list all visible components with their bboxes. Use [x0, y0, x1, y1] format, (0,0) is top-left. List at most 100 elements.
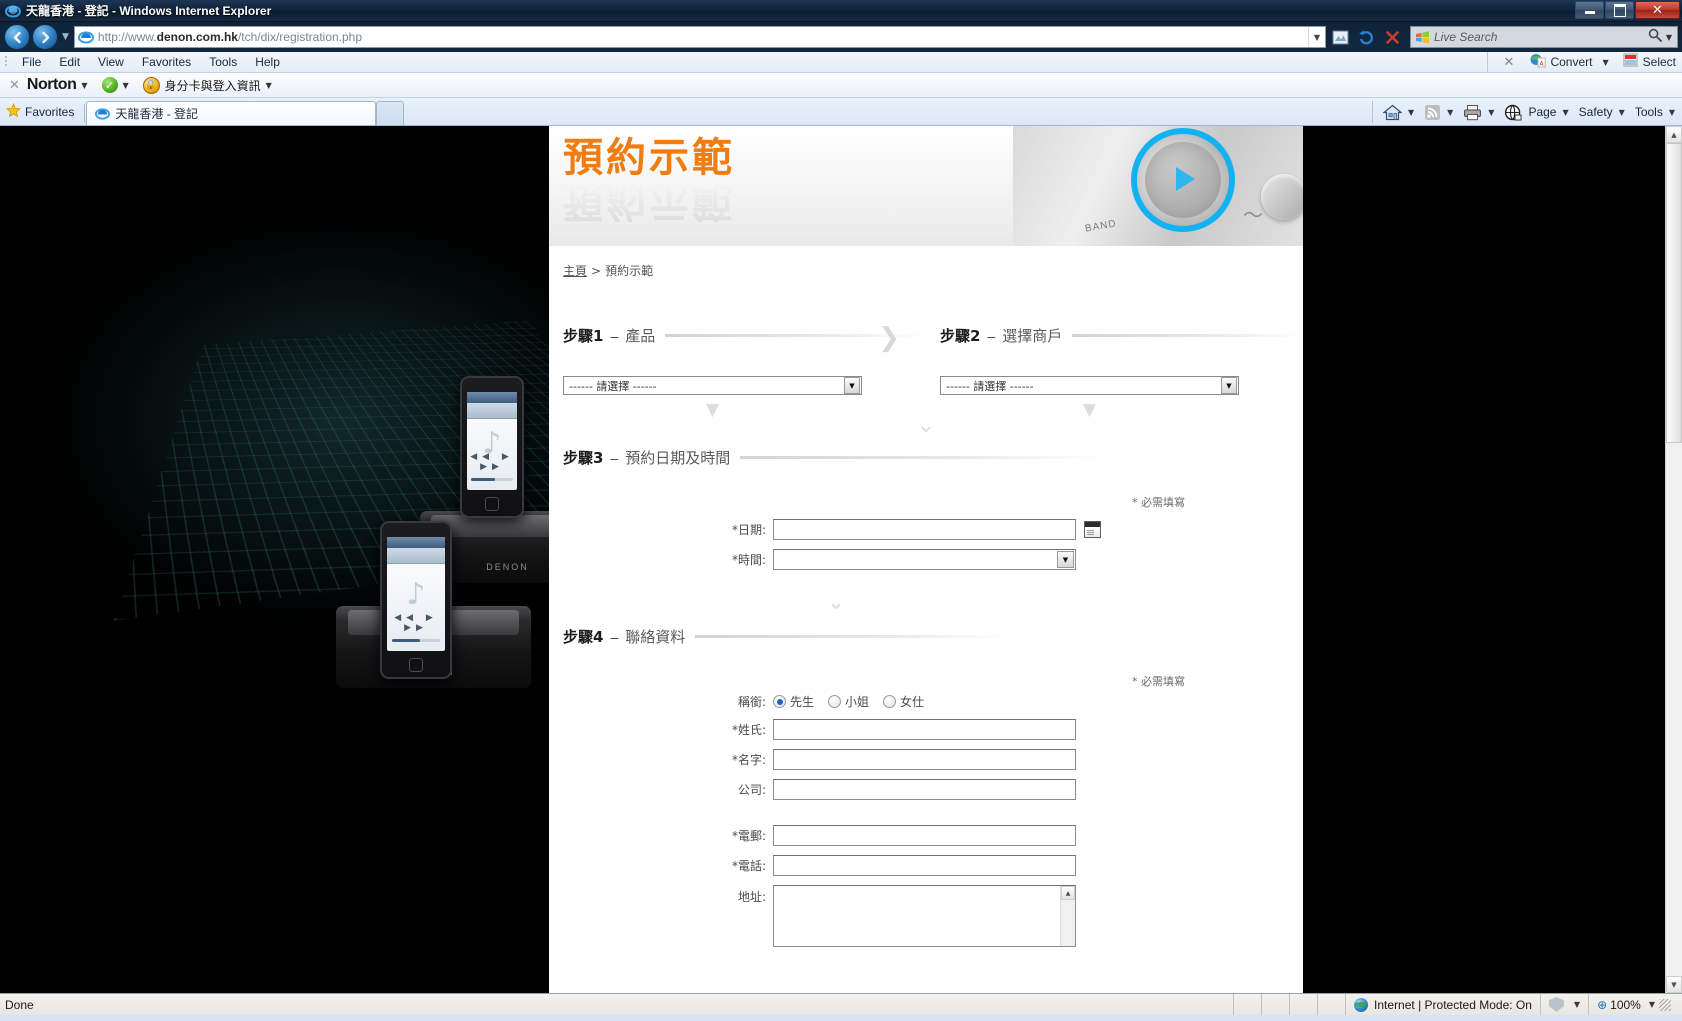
address-scrollbar[interactable]: ▲ [1060, 886, 1075, 946]
protected-mode-cell[interactable]: ▼ [1539, 994, 1588, 1015]
menu-item-edit[interactable]: Edit [50, 53, 89, 71]
merchant-select-value: ------ 請選擇 ------ [946, 379, 1034, 393]
time-select[interactable]: ▼ [773, 549, 1076, 570]
history-dropdown-icon[interactable]: ▼ [62, 32, 69, 42]
page-scrollbar[interactable]: ▲ ▼ [1665, 126, 1682, 993]
page-right-background [1303, 126, 1665, 993]
back-button[interactable] [4, 24, 30, 50]
step-4-heading: 步驟4 – 聯絡資料 [563, 626, 1303, 647]
menu-item-help[interactable]: Help [246, 53, 289, 71]
print-dropdown-icon[interactable]: ▼ [1488, 108, 1494, 117]
scroll-up-icon[interactable]: ▲ [1061, 886, 1075, 900]
close-norton-toolbar-icon[interactable]: ✕ [0, 78, 27, 93]
zoom-icon: ⊕ [1597, 997, 1608, 1012]
chevron-down-icon[interactable]: ▼ [1057, 551, 1074, 568]
chevron-down-icon[interactable]: ▼ [844, 377, 860, 394]
address-bar[interactable]: http://www.denon.com.hk/tch/dix/registra… [73, 26, 1326, 48]
maximize-button[interactable] [1605, 1, 1634, 19]
protected-mode-caret-icon[interactable]: ▼ [1574, 1000, 1580, 1009]
title-radio-mr[interactable] [773, 695, 786, 708]
print-button[interactable] [1460, 104, 1485, 121]
browser-tab-active[interactable]: 天龍香港 - 登記 [86, 101, 377, 125]
scroll-down-icon[interactable]: ▼ [1666, 976, 1682, 993]
surname-input[interactable] [773, 719, 1076, 740]
title-option-miss-label[interactable]: 小姐 [845, 693, 869, 710]
identity-safe-label[interactable]: 身分卡與登入資訊 [165, 77, 261, 94]
home-button[interactable] [1380, 104, 1405, 121]
page-menu-button[interactable]: Page [1525, 105, 1559, 119]
calendar-icon[interactable] [1084, 521, 1101, 538]
select-icon [1623, 53, 1639, 71]
zoom-dropdown-icon[interactable]: ▼ [1649, 1000, 1655, 1009]
refresh-icon[interactable] [1354, 26, 1378, 48]
convert-label[interactable]: Convert [1550, 55, 1592, 69]
breadcrumb-home-link[interactable]: 主頁 [563, 264, 587, 278]
forward-button[interactable] [32, 24, 58, 50]
title-radio-ms[interactable] [883, 695, 897, 708]
norton-status-check-icon[interactable]: ✓ [101, 77, 118, 93]
email-input[interactable] [773, 825, 1076, 846]
favorites-button[interactable]: Favorites [0, 101, 83, 123]
home-dropdown-icon[interactable]: ▼ [1408, 108, 1414, 117]
stop-icon[interactable] [1380, 26, 1404, 48]
search-dropdown-icon[interactable]: ▼ [1666, 33, 1672, 42]
new-tab-button[interactable] [376, 101, 405, 125]
address-dropdown-icon[interactable]: ▼ [1308, 27, 1325, 47]
date-input[interactable] [773, 519, 1076, 540]
title-option-ms-label[interactable]: 女仕 [900, 693, 924, 710]
identity-dropdown-icon[interactable]: ▼ [266, 81, 272, 90]
close-toolbar-icon[interactable]: ✕ [1494, 55, 1525, 70]
minimize-button[interactable] [1575, 1, 1604, 19]
zoom-cell[interactable]: ⊕ 100% ▼ [1588, 994, 1682, 1015]
merchant-select[interactable]: ------ 請選擇 ------ ▼ [940, 376, 1239, 395]
scroll-up-icon[interactable]: ▲ [1666, 126, 1682, 143]
menu-item-favorites[interactable]: Favorites [133, 53, 200, 71]
search-box[interactable]: Live Search ▼ [1410, 26, 1678, 48]
feeds-dropdown-icon[interactable]: ▼ [1447, 108, 1453, 117]
address-url[interactable]: http://www.denon.com.hk/tch/dix/registra… [98, 30, 1308, 44]
scroll-thumb[interactable] [1666, 143, 1682, 443]
search-placeholder[interactable]: Live Search [1434, 30, 1648, 44]
select-button[interactable]: Select [1617, 53, 1682, 71]
title-radio-miss[interactable] [828, 695, 842, 708]
security-zone-cell[interactable]: Internet | Protected Mode: On [1345, 994, 1540, 1015]
tools-menu-button[interactable]: Tools [1632, 105, 1666, 119]
norton-dropdown-icon[interactable]: ▼ [81, 81, 87, 90]
chevron-down-icon[interactable]: ▼ [1221, 377, 1237, 394]
resize-grip[interactable] [1659, 998, 1671, 1011]
toolbar-grip[interactable] [4, 55, 10, 69]
title-option-mr-label[interactable]: 先生 [790, 693, 814, 710]
page-icon[interactable] [1501, 104, 1525, 121]
norton-logo[interactable]: Norton [27, 76, 77, 94]
breadcrumb: 主頁 > 預約示範 [549, 246, 1303, 279]
compatibility-view-icon[interactable] [1328, 26, 1352, 48]
company-input[interactable] [773, 779, 1076, 800]
safety-menu-button[interactable]: Safety [1576, 105, 1616, 119]
page-banner: 預約示範 預約示範 BAND 〜 [549, 126, 1303, 246]
menu-item-file[interactable]: File [13, 53, 50, 71]
tab-title[interactable]: 天龍香港 - 登記 [115, 105, 198, 122]
phone-input[interactable] [773, 855, 1076, 876]
address-textarea[interactable]: ▲ [773, 885, 1076, 947]
feeds-button[interactable] [1421, 104, 1444, 121]
search-icon[interactable] [1648, 28, 1662, 47]
tools-dropdown-icon[interactable]: ▼ [1669, 108, 1675, 117]
ipod-screen-front: ♪ ◀◀ ▶ ▶▶ [387, 537, 445, 651]
address-label: 地址: [737, 890, 766, 904]
security-zone-label: Internet | Protected Mode: On [1374, 997, 1532, 1012]
norton-status-dropdown-icon[interactable]: ▼ [123, 81, 129, 90]
firstname-label: *名字: [731, 753, 766, 767]
favorites-label[interactable]: Favorites [25, 105, 74, 119]
menu-item-tools[interactable]: Tools [200, 53, 246, 71]
firstname-input[interactable] [773, 749, 1076, 770]
window-title-bar: 天龍香港 - 登記 - Windows Internet Explorer ✕ [0, 0, 1682, 22]
page-dropdown-icon[interactable]: ▼ [1562, 108, 1568, 117]
menu-item-view[interactable]: View [89, 53, 133, 71]
select-label[interactable]: Select [1643, 55, 1676, 69]
product-select[interactable]: ------ 請選擇 ------ ▼ [563, 376, 862, 395]
safety-dropdown-icon[interactable]: ▼ [1619, 108, 1625, 117]
convert-dropdown-icon[interactable]: ▼ [1602, 58, 1608, 67]
close-button[interactable]: ✕ [1635, 1, 1680, 19]
step-3-dash: – [610, 450, 619, 466]
convert-button[interactable]: A Convert [1524, 53, 1598, 71]
